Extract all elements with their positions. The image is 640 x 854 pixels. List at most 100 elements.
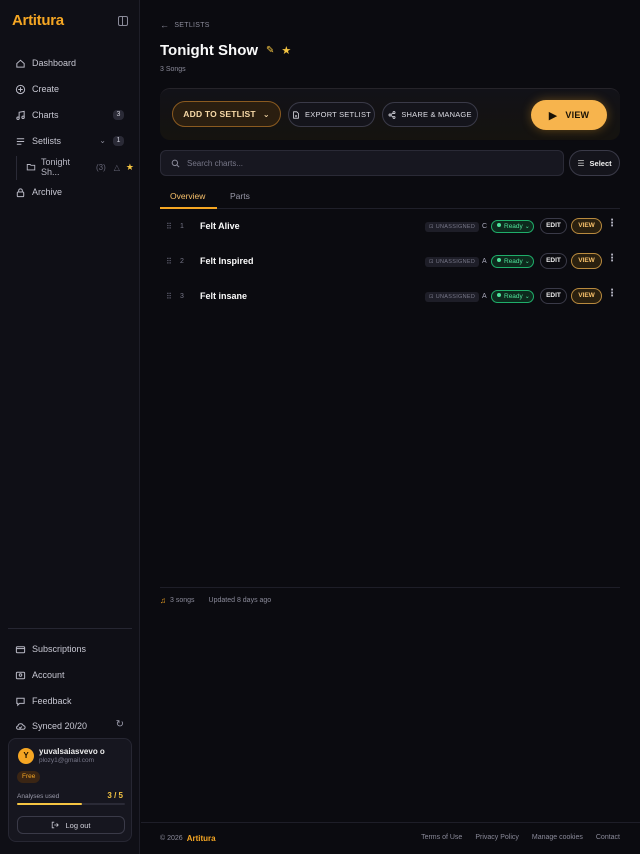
sidebar-item-create[interactable]: Create (14, 81, 128, 97)
assignment-badge: ⊡ UNASSIGNED (425, 292, 480, 302)
breadcrumb[interactable]: ← SETLISTS (160, 20, 210, 30)
page-title: Tonight Show ✎ ★ (160, 42, 291, 59)
drag-handle-icon[interactable]: ⠿ (166, 292, 172, 301)
view-label: VIEW (565, 110, 590, 120)
song-key: C (482, 223, 488, 230)
table-row[interactable]: ⠿ 2 Felt Inspired ⊡ UNASSIGNED A Ready ⌄ … (160, 248, 620, 278)
star-icon[interactable]: ★ (126, 162, 134, 173)
export-setlist-button[interactable]: EXPORT SETLIST (288, 102, 375, 127)
plus-circle-icon (14, 83, 26, 95)
sidebar-item-setlists[interactable]: Setlists ⌄ 1 (14, 133, 128, 149)
sync-status: Synced 20/20 ↻ (14, 718, 128, 734)
chevron-down-icon: ⌄ (524, 259, 530, 265)
tab-bar: Overview Parts (160, 186, 620, 209)
sidebar-item-subscriptions[interactable]: Subscriptions (14, 641, 128, 657)
search-input[interactable] (187, 158, 547, 168)
assignment-label: UNASSIGNED (435, 294, 476, 300)
footer-link-cookies[interactable]: Manage cookies (532, 834, 583, 841)
sidebar-item-archive[interactable]: Archive (14, 184, 128, 200)
more-vertical-icon[interactable]: ⋮ (607, 288, 617, 299)
status-dot-icon (497, 258, 501, 262)
footer-link-terms[interactable]: Terms of Use (421, 834, 462, 841)
sidebar-subitem-label: Tonight Sh... (41, 157, 71, 177)
view-song-button[interactable]: VIEW (571, 218, 602, 234)
footer-logo: Artitura (186, 834, 216, 843)
arrow-left-icon: ← (160, 20, 170, 30)
sidebar-subitem-setlist[interactable]: Tonight Sh... (3) △ ★ (26, 157, 134, 177)
logout-label: Log out (65, 820, 91, 830)
share-manage-button[interactable]: SHARE & MANAGE (382, 102, 478, 127)
edit-button[interactable]: EDIT (540, 218, 567, 234)
view-button[interactable]: ▶ VIEW (531, 100, 607, 130)
status-label: Ready (504, 258, 523, 265)
sidebar-collapse-icon[interactable] (118, 16, 128, 26)
brand-logo[interactable]: Artitura (12, 12, 64, 29)
status-dropdown[interactable]: Ready ⌄ (491, 220, 534, 233)
status-dropdown[interactable]: Ready ⌄ (491, 255, 534, 268)
chevron-down-icon[interactable]: ⌄ (99, 136, 106, 145)
export-setlist-label: EXPORT SETLIST (305, 110, 371, 119)
sidebar-item-label: Dashboard (32, 58, 77, 68)
logout-icon (52, 821, 60, 829)
user-email: plozy1@gmail.com (39, 757, 95, 764)
drag-handle-icon[interactable]: ⠿ (166, 222, 172, 231)
table-row[interactable]: ⠿ 3 Felt insane ⊡ UNASSIGNED A Ready ⌄ ED… (160, 283, 620, 313)
sidebar-item-label: Setlists (32, 136, 62, 146)
view-song-button[interactable]: VIEW (571, 253, 602, 269)
footer-link-privacy[interactable]: Privacy Policy (475, 834, 519, 841)
assignment-badge: ⊡ UNASSIGNED (425, 222, 480, 232)
add-to-setlist-button[interactable]: ADD TO SETLIST ⌄ (172, 101, 281, 127)
view-song-button[interactable]: VIEW (571, 288, 602, 304)
sidebar-item-label: Account (32, 670, 65, 680)
meta-song-count: 3 songs (170, 597, 195, 604)
music-note-icon: ♫ (160, 596, 166, 605)
user-icon (14, 669, 26, 681)
row-number: 1 (180, 223, 184, 230)
footer-link-contact[interactable]: Contact (596, 834, 620, 841)
logout-button[interactable]: Log out (17, 816, 125, 834)
status-dropdown[interactable]: Ready ⌄ (491, 290, 534, 303)
lock-icon: ⊡ (429, 259, 436, 265)
setlist-meta: ♫ 3 songs Updated 8 days ago (160, 596, 271, 605)
edit-button[interactable]: EDIT (540, 253, 567, 269)
sidebar-item-label: Create (32, 84, 60, 94)
row-number: 2 (180, 258, 184, 265)
song-key: A (482, 293, 487, 300)
sidebar-divider (8, 628, 132, 629)
message-icon (14, 695, 26, 707)
sidebar-item-feedback[interactable]: Feedback (14, 693, 128, 709)
refresh-icon[interactable]: ↻ (116, 719, 124, 730)
table-row[interactable]: ⠿ 1 Felt Alive ⊡ UNASSIGNED C Ready ⌄ EDI… (160, 213, 620, 243)
drag-handle-icon[interactable]: ⠿ (166, 257, 172, 266)
share-manage-label: SHARE & MANAGE (401, 110, 472, 119)
sidebar-item-account[interactable]: Account (14, 667, 128, 683)
chevron-down-icon: ⌄ (524, 294, 530, 300)
more-vertical-icon[interactable]: ⋮ (607, 253, 617, 264)
song-name[interactable]: Felt insane (200, 291, 247, 301)
tab-overview[interactable]: Overview (170, 191, 205, 201)
more-vertical-icon[interactable]: ⋮ (607, 218, 617, 229)
sidebar-item-label: Subscriptions (32, 644, 87, 654)
count-badge: 1 (113, 136, 124, 146)
sidebar-item-charts[interactable]: Charts 3 (14, 107, 128, 123)
assignment-label: UNASSIGNED (435, 259, 476, 265)
edit-button[interactable]: EDIT (540, 288, 567, 304)
warning-icon: △ (113, 162, 120, 172)
song-name[interactable]: Felt Alive (200, 221, 240, 231)
sidebar-item-label: Charts (32, 110, 59, 120)
sidebar-item-dashboard[interactable]: Dashboard (14, 55, 128, 71)
analyses-progress (17, 803, 125, 805)
assignment-label: UNASSIGNED (435, 224, 476, 230)
song-name[interactable]: Felt Inspired (200, 256, 254, 266)
star-icon[interactable]: ★ (281, 44, 291, 57)
page-title-text: Tonight Show (160, 42, 259, 59)
lock-icon: ⊡ (429, 224, 436, 230)
play-icon: ▶ (548, 109, 558, 122)
main-content: ← SETLISTS Tonight Show ✎ ★ 3 Songs ADD … (141, 0, 640, 854)
avatar[interactable]: Y (18, 748, 34, 764)
action-bar: ADD TO SETLIST ⌄ EXPORT SETLIST SHARE & … (160, 88, 620, 140)
analyses-label: Analyses used (17, 793, 60, 800)
select-button[interactable]: ☰ Select (569, 150, 620, 176)
tab-parts[interactable]: Parts (230, 191, 250, 201)
pencil-icon[interactable]: ✎ (266, 45, 274, 56)
